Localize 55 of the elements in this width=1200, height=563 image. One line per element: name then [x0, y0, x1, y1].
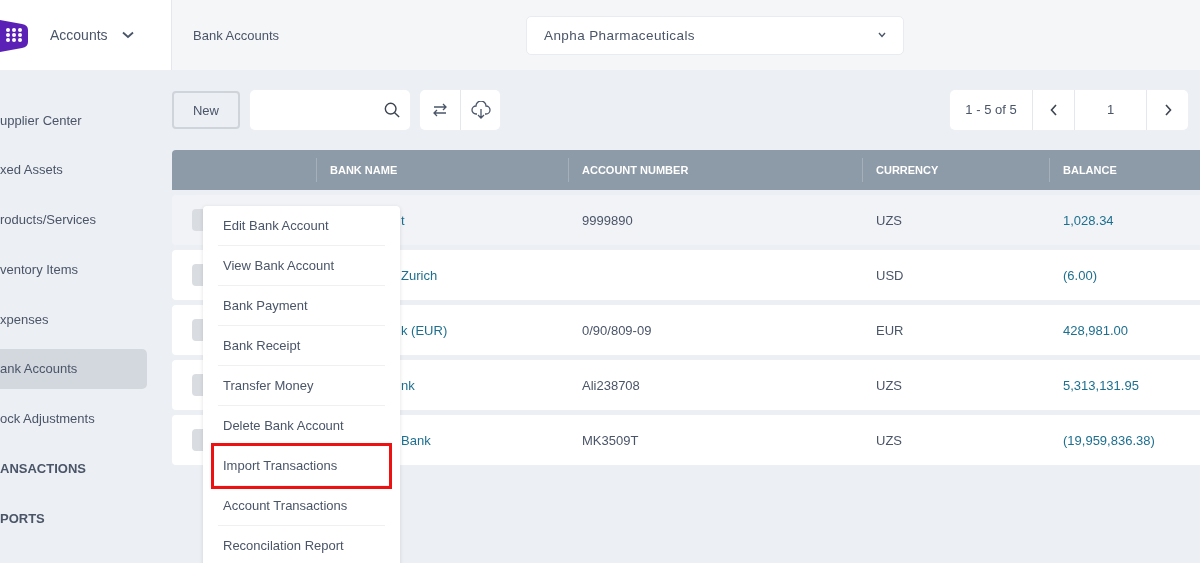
sidebar-item[interactable]: ank Accounts — [0, 349, 147, 389]
sidebar-item[interactable]: ock Adjustments — [0, 398, 147, 439]
page-number-field[interactable]: 1 — [1074, 90, 1147, 130]
menu-item[interactable]: Account Transactions — [218, 486, 385, 526]
search-icon — [384, 101, 400, 119]
table-cell-text: Zurich — [401, 267, 439, 283]
company-dropdown[interactable]: Anpha Pharmaceuticals — [526, 15, 904, 55]
cloud-download-icon — [470, 101, 491, 119]
table-cell-text: nk — [401, 377, 416, 393]
swap-arrows-icon — [432, 102, 448, 118]
column-header: BANK NAME — [316, 158, 568, 182]
menu-item[interactable]: Transfer Money — [218, 366, 385, 406]
table-cell-text: UZS — [875, 212, 903, 228]
column-header: CURRENCY — [862, 158, 1049, 182]
sidebar-item[interactable]: xed Assets — [0, 149, 147, 190]
table-cell-text: k (EUR) — [401, 322, 449, 338]
table-cell-text: (19,959,836.38) — [1062, 432, 1156, 448]
new-button[interactable]: New — [172, 91, 240, 129]
sidebar-item[interactable]: ventory Items — [0, 249, 147, 290]
column-header: BALANCE — [1049, 158, 1193, 182]
sidebar-item[interactable]: roducts/Services — [0, 199, 147, 240]
table-cell-text: EUR — [875, 322, 905, 338]
menu-item[interactable]: View Bank Account — [218, 246, 385, 286]
table-cell-text: UZS — [875, 377, 903, 393]
sidebar-item[interactable]: xpenses — [0, 299, 147, 340]
menu-item[interactable]: Reconcilation Report — [218, 526, 385, 563]
column-header: ACCOUNT NUMBER — [568, 158, 862, 182]
table-cell-text: USD — [875, 267, 905, 283]
chevron-down-icon — [121, 31, 134, 39]
search-field[interactable] — [250, 90, 410, 130]
table-cell-text: UZS — [875, 432, 903, 448]
menu-item[interactable]: Delete Bank Account — [218, 406, 385, 446]
chevron-right-icon — [1163, 104, 1172, 116]
sidebar-section[interactable]: PORTS — [0, 498, 147, 539]
menu-item[interactable]: Edit Bank Account — [218, 206, 385, 246]
menu-item[interactable]: Bank Receipt — [218, 326, 385, 366]
table-cell-text: MK3509T — [581, 432, 640, 448]
sidebar-section[interactable]: ANSACTIONS — [0, 448, 147, 489]
table-cell-text: 428,981.00 — [1062, 322, 1130, 338]
table-cell-text: 0/90/809-09 — [581, 322, 653, 338]
table-cell-text: 5,313,131.95 — [1062, 377, 1140, 393]
chevron-left-icon — [1049, 104, 1058, 116]
app-menu-dropdown[interactable]: Accounts — [50, 27, 134, 43]
table-cell-text: t — [401, 212, 406, 228]
menu-item[interactable]: Bank Payment — [218, 286, 385, 326]
page-title: Bank Accounts — [193, 27, 280, 43]
menu-item[interactable]: Import Transactions — [214, 446, 389, 486]
table-cell-text: 9999890 — [581, 212, 634, 228]
table-cell-text: Bank — [401, 432, 432, 448]
page-range: 1 - 5 of 5 — [950, 90, 1033, 130]
table-cell-text: 1,028.34 — [1062, 212, 1115, 228]
chevron-down-icon — [878, 32, 886, 38]
sidebar-item[interactable]: upplier Center — [0, 100, 147, 140]
table-cell-text: (6.00) — [1062, 267, 1098, 283]
table-cell-text: Ali238708 — [581, 377, 641, 393]
